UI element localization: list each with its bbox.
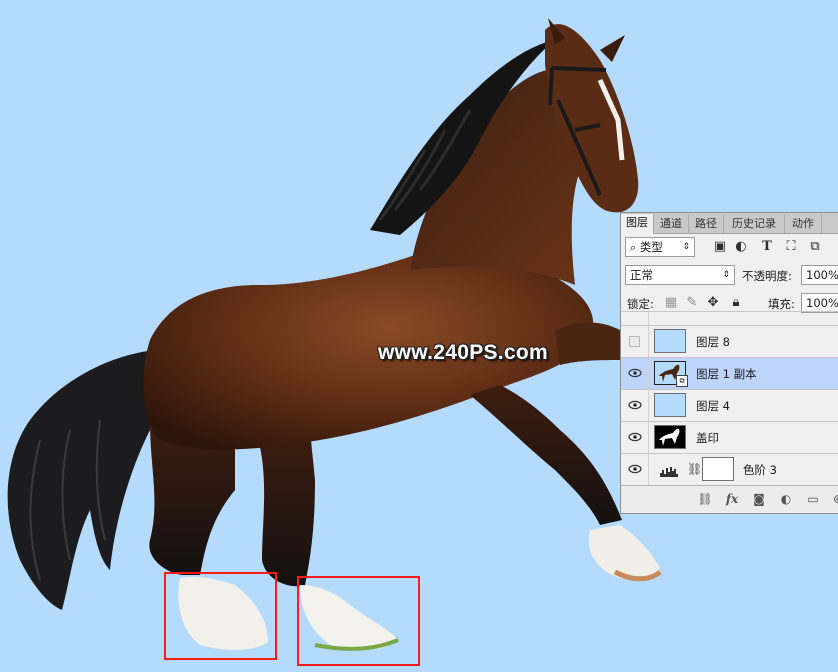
- lock-label: 锁定:: [627, 297, 654, 311]
- smart-object-filter-icon[interactable]: ⧉: [807, 239, 823, 255]
- layer-name: 盖印: [696, 431, 719, 445]
- selection-box-left-hoof: [164, 572, 277, 660]
- eye-icon[interactable]: [628, 463, 642, 475]
- blend-mode-value: 正常: [630, 268, 653, 282]
- adjustment-filter-icon[interactable]: ◐: [733, 239, 749, 255]
- layer-row[interactable]: ⛓︎ 色阶 3: [621, 453, 838, 485]
- smart-object-icon: ⧉: [676, 375, 688, 387]
- filter-kind-select[interactable]: ⌕ 类型 ⇕: [625, 237, 695, 257]
- layer-row-selected[interactable]: ⧉ 图层 1 副本: [621, 357, 838, 389]
- lock-transparent-icon[interactable]: ▦: [663, 295, 679, 311]
- layer-name: 图层 4: [696, 399, 730, 413]
- chain-link-icon[interactable]: ⛓︎: [687, 462, 702, 476]
- layer-thumbnail: [654, 393, 686, 417]
- image-filter-icon[interactable]: ▣: [712, 239, 728, 255]
- panel-tab-bar: 图层 通道 路径 历史记录 动作: [621, 213, 838, 234]
- silhouette-thumbnail: [654, 425, 686, 449]
- opacity-label: 不透明度:: [742, 269, 792, 283]
- tab-paths[interactable]: 路径: [689, 215, 724, 233]
- blend-row: 正常 ⇕ 不透明度: 100%: [621, 263, 838, 287]
- selection-box-right-hoof: [297, 576, 420, 666]
- visibility-toggle-off[interactable]: [629, 336, 640, 347]
- eye-icon[interactable]: [628, 367, 642, 379]
- chevron-updown-icon: ⇕: [722, 270, 730, 280]
- mask-icon[interactable]: ◙: [751, 491, 767, 507]
- tab-channels[interactable]: 通道: [654, 215, 689, 233]
- layer-row[interactable]: 盖印: [621, 421, 838, 453]
- layer-row[interactable]: 图层 8: [621, 325, 838, 357]
- eye-icon[interactable]: [628, 399, 642, 411]
- lock-pixels-icon[interactable]: ✎: [684, 295, 700, 311]
- tab-actions[interactable]: 动作: [785, 215, 822, 233]
- filter-kind-label: 类型: [639, 240, 663, 254]
- filter-row: ⌕ 类型 ⇕ ▣ ◐ T ⛶ ⧉: [621, 235, 838, 259]
- fx-icon[interactable]: fx: [724, 491, 740, 507]
- tab-history[interactable]: 历史记录: [724, 215, 785, 233]
- shape-filter-icon[interactable]: ⛶: [783, 239, 799, 255]
- layer-thumbnail: [654, 329, 686, 353]
- chevron-updown-icon: ⇕: [682, 242, 690, 252]
- tab-layers[interactable]: 图层: [621, 214, 654, 234]
- type-filter-icon[interactable]: T: [759, 239, 775, 255]
- eye-icon[interactable]: [628, 431, 642, 443]
- watermark-text: www.240PS.com: [378, 341, 549, 364]
- layer-name: 色阶 3: [743, 463, 777, 477]
- fill-label: 填充:: [768, 297, 795, 311]
- lock-all-icon[interactable]: 🔒︎: [728, 295, 744, 311]
- mask-thumbnail: [702, 457, 734, 481]
- layer-row-partial: [621, 311, 838, 326]
- fill-input[interactable]: 100%: [801, 293, 838, 313]
- opacity-input[interactable]: 100%: [801, 265, 838, 285]
- lock-position-icon[interactable]: ✥: [705, 295, 721, 311]
- new-layer-icon[interactable]: ⊕: [830, 491, 838, 507]
- layer-name: 图层 8: [696, 335, 730, 349]
- folder-icon[interactable]: ▭: [805, 491, 821, 507]
- adjustment-icon[interactable]: ◐: [778, 491, 794, 507]
- search-icon: ⌕: [630, 241, 637, 254]
- layers-panel: 图层 通道 路径 历史记录 动作 ⌕ 类型 ⇕ ▣ ◐ T ⛶ ⧉ 正常 ⇕ 不…: [620, 212, 838, 514]
- layer-row[interactable]: 图层 4: [621, 389, 838, 421]
- levels-histogram-icon: [660, 467, 678, 477]
- panel-footer: ⛓︎ fx ◙ ◐ ▭ ⊕: [621, 485, 838, 513]
- layer-name: 图层 1 副本: [696, 367, 757, 381]
- blend-mode-select[interactable]: 正常 ⇕: [625, 265, 735, 285]
- link-icon[interactable]: ⛓︎: [697, 491, 713, 507]
